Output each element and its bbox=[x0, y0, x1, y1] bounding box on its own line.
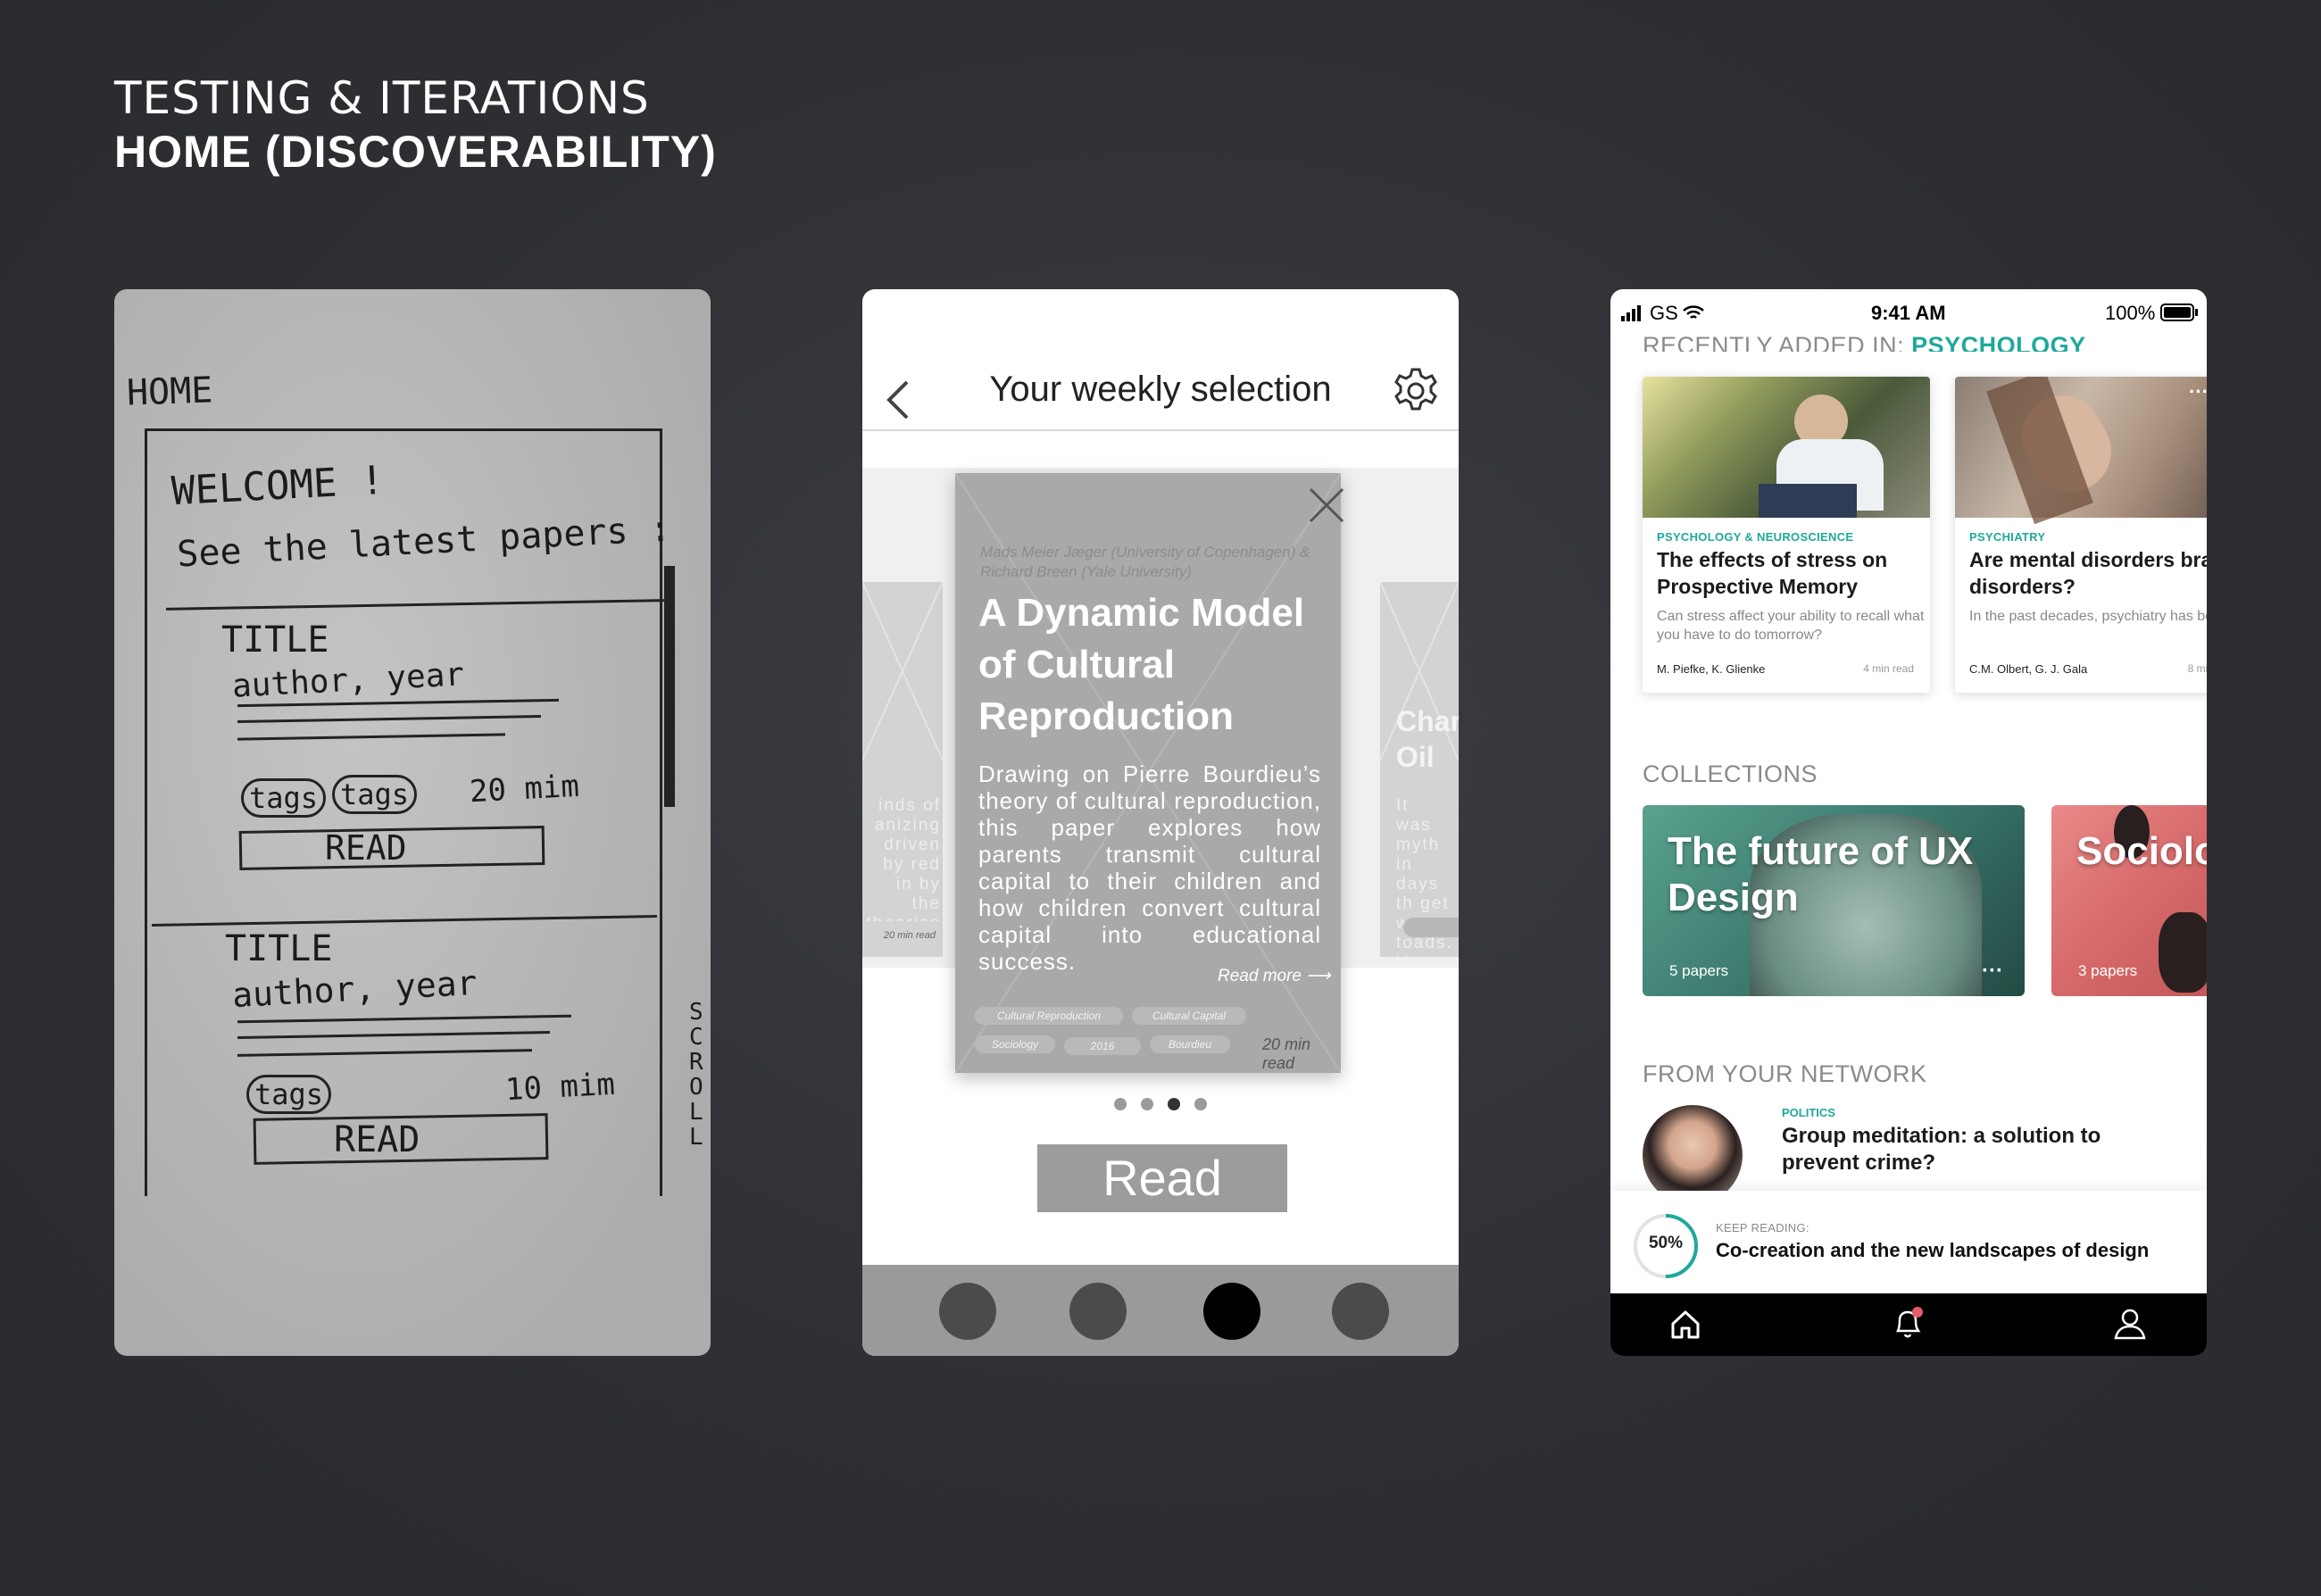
recently-added-label: RECENTLY ADDED IN: bbox=[1643, 332, 1905, 352]
card-title: A Dynamic Model of Cultural Reproduction bbox=[978, 591, 1305, 738]
network-category: POLITICS bbox=[1782, 1106, 1835, 1119]
paper-card-image bbox=[1955, 377, 2207, 525]
paper-category: PSYCHOLOGY & NEUROSCIENCE bbox=[1657, 530, 1854, 544]
paper-card-image bbox=[1643, 377, 1930, 518]
network-heading: FROM YOUR NETWORK bbox=[1643, 1060, 1927, 1087]
sketch-tag: tags bbox=[246, 1075, 332, 1114]
card-tag[interactable]: Sociology bbox=[975, 1035, 1055, 1053]
pager-dot[interactable] bbox=[1114, 1098, 1127, 1110]
paper-description: Can stress affect your ability to recall… bbox=[1657, 609, 1925, 643]
header-line2: HOME (DISCOVERABILITY) bbox=[114, 127, 717, 177]
more-icon[interactable]: ··· bbox=[2189, 380, 2207, 403]
card-read-time: 20 min read bbox=[1262, 1035, 1311, 1072]
carousel-prev-card[interactable]: inds of anizing driven by red in by the … bbox=[862, 582, 943, 957]
paper-read-time: 4 min read bbox=[1863, 662, 1914, 675]
sketch-read-label: READ bbox=[325, 828, 407, 868]
collection-image-figure bbox=[2159, 912, 2207, 993]
paper-title: Are mental disorders brain disorders? bbox=[1969, 548, 2207, 598]
paper-authors: C.M. Olbert, G. J. Gala bbox=[1969, 662, 2088, 676]
paper-card[interactable]: ··· PSYCHIATRY Are mental disorders brai… bbox=[1955, 377, 2207, 693]
card-tag[interactable]: Cultural Reproduction bbox=[975, 1007, 1123, 1025]
collection-card[interactable]: The future of UX Design 5 papers ··· bbox=[1643, 805, 2025, 996]
recently-added-heading: RECENTLY ADDED IN: PSYCHOLOGY bbox=[1643, 332, 2086, 352]
card-authors: Mads Meier Jæger (University of Copenhag… bbox=[980, 544, 1310, 580]
prev-card-time: 20 min read bbox=[883, 930, 936, 941]
card-tag[interactable]: Cultural Capital bbox=[1132, 1007, 1246, 1025]
pager-dot[interactable] bbox=[1194, 1098, 1207, 1110]
keep-reading-label: KEEP READING: bbox=[1716, 1221, 1809, 1234]
notification-dot bbox=[1912, 1307, 1923, 1318]
battery-icon bbox=[2160, 303, 2198, 321]
read-button[interactable]: Read bbox=[1037, 1144, 1287, 1212]
wifi-icon bbox=[1683, 305, 1704, 319]
read-more-link[interactable]: Read more ⟶ bbox=[1218, 966, 1331, 986]
status-bar: GS 9:41 AM 100% bbox=[1610, 298, 2207, 330]
sketch-home-label: HOME bbox=[126, 370, 214, 414]
progress-label: 50% bbox=[1648, 1234, 1684, 1252]
featured-paper-card[interactable]: Mads Meier Jæger (University of Copenhag… bbox=[955, 473, 1344, 1073]
next-card-title: Char Oil bbox=[1396, 705, 1459, 773]
paper-category: PSYCHIATRY bbox=[1969, 530, 2046, 544]
app-panel: GS 9:41 AM 100% RECENTLY ADDED IN: PSYCH… bbox=[1610, 289, 2207, 1356]
paper-title: The effects of stress on Prospective Mem… bbox=[1657, 548, 1888, 598]
gear-icon[interactable] bbox=[1391, 366, 1441, 416]
paper-read-time: 8 min re bbox=[2187, 662, 2207, 675]
person-jeans bbox=[1759, 484, 1857, 518]
keep-reading-title: Co-creation and the new landscapes of de… bbox=[1716, 1239, 2150, 1261]
sketch-read-label: READ bbox=[334, 1119, 420, 1160]
collection-count: 5 papers bbox=[1669, 962, 1729, 979]
card-description: Drawing on Pierre Bourdieu’s theory of c… bbox=[978, 761, 1321, 975]
tab-placeholder-active[interactable] bbox=[1203, 1283, 1260, 1340]
tab-placeholder[interactable] bbox=[1332, 1283, 1389, 1340]
carousel-next-card[interactable]: Char Oil It was myth in days th get wa t… bbox=[1380, 582, 1459, 957]
more-icon[interactable]: ··· bbox=[1982, 959, 2003, 984]
status-time: 9:41 AM bbox=[1871, 302, 1946, 324]
header-line1: TESTING & ITERATIONS bbox=[114, 72, 650, 124]
collection-title: The future of UX Design bbox=[1668, 829, 1974, 919]
pager-dot[interactable] bbox=[1141, 1098, 1153, 1110]
collections-heading: COLLECTIONS bbox=[1643, 761, 1818, 787]
home-icon[interactable] bbox=[1669, 1308, 1701, 1340]
network-title[interactable]: Group meditation: a solution to prevent … bbox=[1782, 1123, 2103, 1176]
collection-count: 3 papers bbox=[2078, 962, 2138, 979]
pager-dot-active[interactable] bbox=[1168, 1098, 1180, 1110]
sketch-tag: tags bbox=[241, 778, 327, 818]
paper-card[interactable]: PSYCHOLOGY & NEUROSCIENCE The effects of… bbox=[1643, 377, 1930, 693]
battery-label: 100% bbox=[2105, 302, 2156, 324]
wireframe-header-divider bbox=[862, 429, 1459, 431]
sketch-tag: tags bbox=[332, 775, 418, 814]
paper-authors: M. Piefke, K. Glienke bbox=[1657, 662, 1766, 676]
carrier-label: GS bbox=[1650, 302, 1678, 324]
sketch-item-title: TITLE bbox=[225, 928, 333, 969]
sketch-item-title: TITLE bbox=[221, 619, 329, 661]
card-tag[interactable]: Bourdieu bbox=[1150, 1035, 1230, 1053]
card-tag[interactable]: 2016 bbox=[1064, 1037, 1141, 1055]
collection-title: Sociolo Public S bbox=[2076, 829, 2207, 873]
signal-icon bbox=[1621, 305, 1641, 321]
wireframe-tab-bar bbox=[862, 1265, 1459, 1356]
sketch-scroll-label: SCROLL bbox=[689, 999, 703, 1151]
sketch-scrollbar bbox=[664, 566, 675, 807]
paper-description: In the past decades, psychiatry has been… bbox=[1969, 609, 2207, 624]
next-card-tag bbox=[1403, 918, 1459, 937]
prev-card-text: inds of anizing driven by red in by the … bbox=[866, 796, 941, 921]
bell-icon[interactable] bbox=[1891, 1304, 1926, 1342]
sketch-panel: HOME WELCOME ! See the latest papers : T… bbox=[114, 289, 711, 1356]
wireframe-panel: Your weekly selection inds of anizing dr… bbox=[862, 289, 1459, 1356]
profile-icon[interactable] bbox=[2112, 1306, 2148, 1342]
app-tab-bar bbox=[1610, 1293, 2207, 1356]
keep-reading-bar[interactable]: 50% KEEP READING: Co-creation and the ne… bbox=[1610, 1191, 2207, 1294]
collection-card[interactable]: Sociolo Public S 3 papers bbox=[2051, 805, 2207, 996]
sketch-time: 10 mim bbox=[504, 1066, 616, 1109]
recently-added-topic[interactable]: PSYCHOLOGY bbox=[1911, 332, 2086, 352]
tab-placeholder[interactable] bbox=[939, 1283, 996, 1340]
wireframe-title: Your weekly selection bbox=[989, 370, 1332, 409]
close-icon[interactable] bbox=[1309, 487, 1348, 527]
page-header: TESTING & ITERATIONS HOME (DISCOVERABILI… bbox=[114, 71, 717, 179]
tab-placeholder[interactable] bbox=[1069, 1283, 1127, 1340]
sketch-time: 20 mim bbox=[469, 768, 580, 810]
